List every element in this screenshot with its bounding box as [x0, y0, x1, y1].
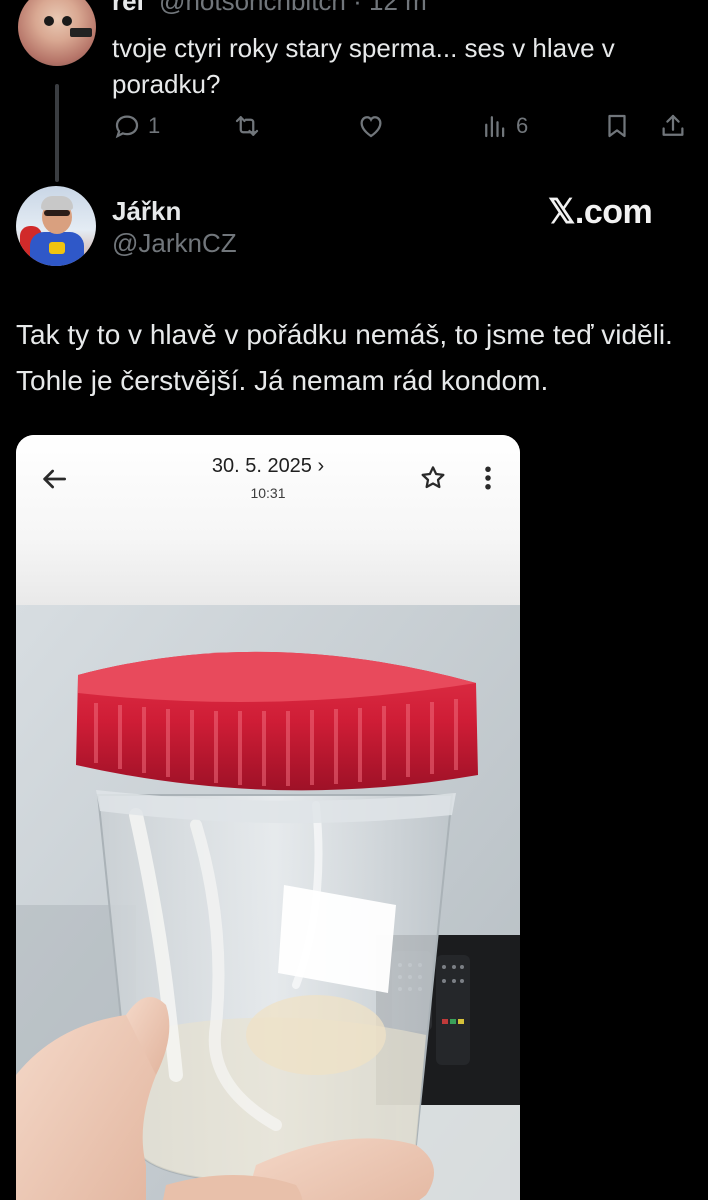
- tweet-text: Tak ty to v hlavě v pořádku nemáš, to js…: [16, 319, 673, 396]
- heart-icon: [360, 116, 382, 138]
- reply-button[interactable]: 1: [112, 108, 160, 144]
- author-name[interactable]: Jářkn: [112, 196, 181, 227]
- specimen-cup-photo: [16, 605, 520, 1200]
- author-handle[interactable]: @JarknCZ: [112, 228, 237, 259]
- author-avatar[interactable]: [16, 186, 96, 266]
- reply-time: · 12 m: [353, 0, 427, 16]
- avatar-emblem: [49, 242, 65, 254]
- reply-count: 1: [148, 113, 161, 138]
- repost-icon: [235, 116, 259, 136]
- reply-action-bar: 1 6: [106, 108, 696, 144]
- avatar-glasses: [44, 210, 70, 216]
- avatar-eye: [62, 16, 72, 26]
- views-icon: [485, 116, 505, 138]
- avatar-prop: [70, 28, 92, 37]
- avatar-hair: [41, 196, 73, 210]
- more-vertical-icon[interactable]: [478, 463, 498, 493]
- x-com-watermark: 𝕏.com: [548, 193, 653, 231]
- views-button[interactable]: 6: [480, 108, 528, 144]
- x-thread-screen: rel @hotsonchbitch · 12 m tvoje ctyri ro…: [0, 0, 708, 1200]
- reply-author-handle[interactable]: @hotsonchbitch: [159, 0, 346, 16]
- views-count: 6: [516, 113, 529, 138]
- share-button[interactable]: [658, 108, 688, 144]
- thread-line: [55, 84, 59, 182]
- photo: [16, 605, 520, 1200]
- bookmark-icon: [608, 114, 626, 138]
- reply-avatar[interactable]: [18, 0, 96, 66]
- gallery-header: 30. 5. 2025 › 10:31: [16, 435, 520, 605]
- star-icon[interactable]: [418, 463, 448, 493]
- reply-author-name[interactable]: rel: [112, 0, 144, 16]
- reply-icon: [115, 115, 139, 139]
- avatar-eye: [44, 16, 54, 26]
- tweet-media[interactable]: 30. 5. 2025 › 10:31: [16, 435, 520, 1200]
- share-icon: [662, 114, 684, 136]
- like-button[interactable]: [356, 108, 392, 144]
- reply-header[interactable]: rel @hotsonchbitch · 12 m: [112, 0, 427, 17]
- reply-text: tvoje ctyri roky stary sperma... ses v h…: [112, 33, 615, 99]
- bookmark-button[interactable]: [602, 108, 632, 144]
- repost-button[interactable]: [232, 108, 268, 144]
